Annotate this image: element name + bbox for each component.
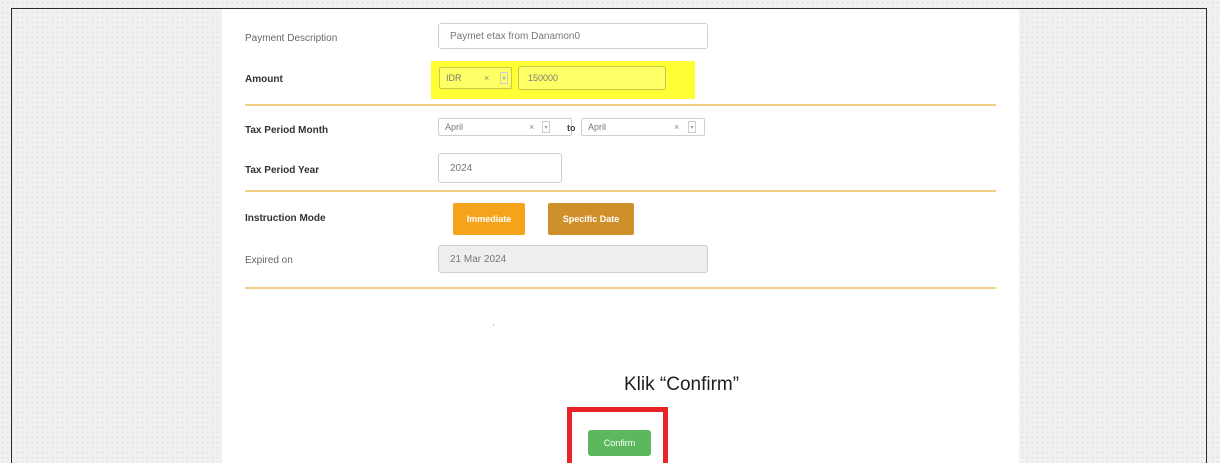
- payment-description-input[interactable]: Paymet etax from Danamon0: [438, 23, 708, 49]
- divider-2: [245, 190, 996, 192]
- month-from-chevron-down-icon[interactable]: ▾: [542, 121, 550, 133]
- amount-input[interactable]: 150000: [518, 66, 666, 90]
- stray-mark: ': [493, 323, 495, 332]
- month-from-select[interactable]: April × ▾: [438, 118, 572, 136]
- divider-1: [245, 104, 996, 106]
- divider-3: [245, 287, 996, 289]
- expired-on-field: 21 Mar 2024: [438, 245, 708, 273]
- tax-period-year-label: Tax Period Year: [245, 165, 320, 176]
- currency-chevron-down-icon[interactable]: ▾: [500, 72, 508, 84]
- amount-label: Amount: [245, 74, 283, 85]
- currency-value: IDR: [446, 73, 462, 83]
- month-to-chevron-down-icon[interactable]: ▾: [688, 121, 696, 133]
- month-from-value: April: [445, 122, 464, 132]
- annotation-instruction: Klik “Confirm”: [624, 374, 740, 395]
- month-to-select[interactable]: April × ▾: [581, 118, 705, 136]
- tax-period-month-label: Tax Period Month: [245, 125, 329, 136]
- month-to-clear-icon[interactable]: ×: [674, 122, 679, 132]
- tax-period-year-input[interactable]: 2024: [438, 153, 562, 183]
- month-from-clear-icon[interactable]: ×: [529, 122, 534, 132]
- immediate-button[interactable]: Immediate: [453, 203, 525, 235]
- instruction-mode-label: Instruction Mode: [245, 213, 326, 224]
- currency-select[interactable]: IDR × ▾: [439, 67, 512, 89]
- expired-on-label: Expired on: [245, 255, 293, 266]
- confirm-button[interactable]: Confirm: [588, 430, 651, 456]
- payment-description-label: Payment Description: [245, 33, 338, 44]
- currency-clear-icon[interactable]: ×: [484, 73, 489, 83]
- month-to-value: April: [588, 122, 607, 132]
- to-text: to: [567, 123, 576, 133]
- specific-date-button[interactable]: Specific Date: [548, 203, 634, 235]
